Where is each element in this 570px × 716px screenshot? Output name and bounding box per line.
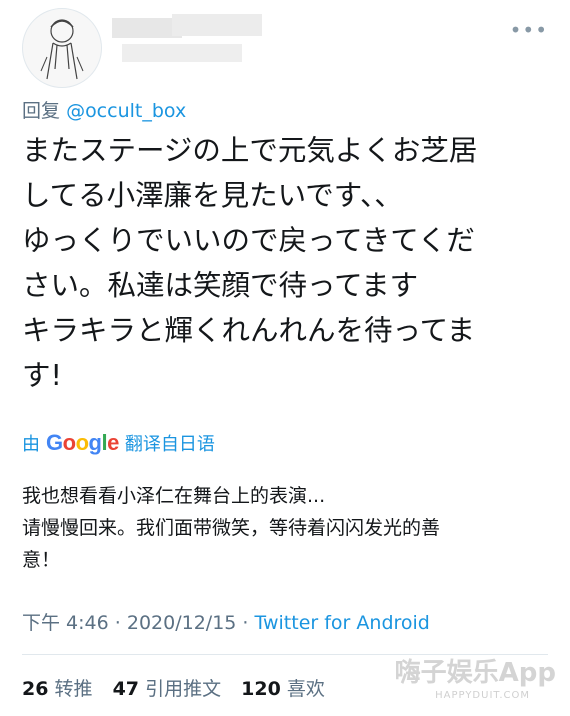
likes-stat[interactable]: 120 喜欢 <box>241 678 325 700</box>
tweet-line: キラキラと輝くれんれんを待ってま <box>22 314 476 347</box>
quotes-stat[interactable]: 47 引用推文 <box>113 678 222 700</box>
retweets-stat[interactable]: 26 转推 <box>22 678 93 700</box>
avatar[interactable] <box>22 8 102 88</box>
tweet-line: さい。私達は笑顔で待ってます <box>22 269 419 302</box>
tweet-line: す! <box>22 359 62 392</box>
more-options-icon[interactable]: ••• <box>510 18 548 42</box>
tweet-line: ゆっくりでいいので戻ってきてくだ <box>22 224 475 257</box>
translation-line: 意！ <box>22 549 61 571</box>
tweet-source-link[interactable]: Twitter for Android <box>255 612 430 634</box>
watermark-sub: HAPPYDUIT.COM <box>435 690 530 701</box>
reply-context: 回复 @occult_box <box>22 96 186 123</box>
engagement-stats: 26 转推 47 引用推文 120 喜欢 <box>22 674 339 701</box>
translation-source-label: 翻译自日语 <box>124 434 215 455</box>
google-logo: Google <box>46 430 119 455</box>
quotes-label: 引用推文 <box>145 678 222 700</box>
avatar-sketch-icon <box>40 19 84 80</box>
translated-by-label: 由 <box>22 434 40 455</box>
blurred-display-name <box>112 14 272 68</box>
reply-prefix: 回复 <box>22 100 61 122</box>
tweet-line: またステージの上で元気よくお芝居 <box>22 134 478 167</box>
quotes-count: 47 <box>112 678 140 700</box>
tweet-time[interactable]: 下午 4:46 <box>22 612 109 634</box>
retweets-label: 转推 <box>54 678 93 700</box>
likes-count: 120 <box>241 678 281 700</box>
tweet-line: してる小澤廉を見たいです、、 <box>22 179 403 212</box>
translation-attribution[interactable]: 由 Google 翻译自日语 <box>22 430 215 456</box>
translation-text: 我也想看看小泽仁在舞台上的表演... 请慢慢回来。我们面带微笑，等待着闪闪发光的… <box>22 480 542 576</box>
tweet-text: またステージの上で元気よくお芝居 してる小澤廉を見たいです、、 ゆっくりでいいの… <box>22 128 552 398</box>
tweet-metadata: 下午 4:46 · 2020/12/15 · Twitter for Andro… <box>22 612 430 634</box>
reply-handle-link[interactable]: @occult_box <box>66 100 186 122</box>
translation-line: 请慢慢回来。我们面带微笑，等待着闪闪发光的善 <box>22 517 441 539</box>
tweet-date[interactable]: 2020/12/15 <box>127 612 237 634</box>
translation-line: 我也想看看小泽仁在舞台上的表演... <box>22 485 326 507</box>
watermark: 嗨子娱乐App <box>394 658 556 688</box>
likes-label: 喜欢 <box>286 678 325 700</box>
retweets-count: 26 <box>22 678 49 700</box>
